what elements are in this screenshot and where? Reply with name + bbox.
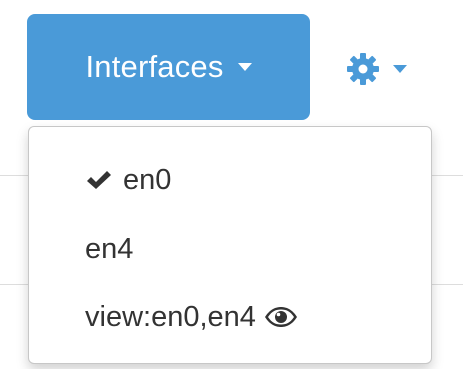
interfaces-dropdown-button[interactable]: Interfaces — [27, 14, 310, 120]
table-divider — [432, 284, 463, 285]
interfaces-label: Interfaces — [85, 49, 224, 84]
settings-dropdown-button[interactable] — [345, 44, 445, 94]
table-divider — [432, 175, 463, 176]
eye-icon — [264, 307, 297, 327]
table-divider — [0, 175, 30, 176]
caret-down-icon — [237, 63, 252, 71]
menu-item-view[interactable]: view:en0,en4 — [29, 287, 431, 347]
page: Interfaces en0 en4 view:en0,en4 — [0, 0, 463, 369]
menu-item-en4[interactable]: en4 — [29, 219, 431, 279]
menu-item-label: view:en0,en4 — [85, 300, 256, 333]
table-divider — [0, 284, 30, 285]
checkmark-icon — [87, 171, 111, 189]
menu-item-label: en0 — [123, 163, 172, 196]
gear-icon — [347, 53, 379, 85]
menu-item-label: en4 — [85, 232, 134, 265]
menu-item-en0[interactable]: en0 — [29, 150, 431, 210]
caret-down-icon — [393, 65, 407, 73]
interfaces-dropdown-menu: en0 en4 view:en0,en4 — [28, 126, 432, 364]
